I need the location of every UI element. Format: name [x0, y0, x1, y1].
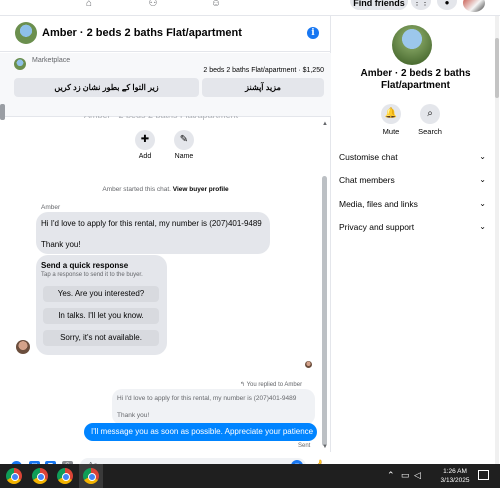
- chat-header: Amber · 2 beds 2 baths Flat/apartment i: [0, 16, 331, 52]
- chat-started-notice: Amber started this chat. View buyer prof…: [0, 186, 331, 193]
- section-customise-chat[interactable]: Customise chat ⌄: [339, 150, 486, 164]
- search-icon[interactable]: ⌕: [420, 104, 440, 124]
- incoming-message-line: Hi I'd love to apply for this rental, my…: [41, 219, 262, 228]
- outgoing-message: I'll message you as soon as possible. Ap…: [84, 423, 317, 441]
- add-label: Add: [138, 153, 152, 160]
- chevron-down-icon: ⌄: [479, 175, 486, 184]
- mute-label: Mute: [382, 127, 400, 136]
- add-action[interactable]: ✚ Add: [125, 130, 165, 160]
- speaker-icon[interactable]: ◁: [414, 470, 421, 481]
- profile-icon[interactable]: ☺: [209, 0, 223, 9]
- sender-avatar: [16, 340, 30, 354]
- sent-status: Sent: [298, 443, 311, 449]
- more-options-button[interactable]: مزید آپشنز: [202, 78, 324, 97]
- section-label: Media, files and links: [339, 199, 418, 209]
- started-text: Amber started this chat.: [102, 186, 171, 193]
- messenger-window: ⌂ ⚇ ☺ Find friends ⋮⋮ ● Amber · 2 beds 2…: [0, 0, 500, 488]
- quoted-message-line: Hi I'd love to apply for this rental, my…: [117, 395, 297, 402]
- chevron-down-icon: ⌄: [479, 152, 486, 161]
- section-label: Privacy and support: [339, 222, 415, 232]
- left-scroll-handle[interactable]: [0, 104, 5, 120]
- incoming-message: Hi I'd love to apply for this rental, my…: [36, 212, 270, 254]
- top-nav: ⌂ ⚇ ☺ Find friends ⋮⋮ ●: [0, 0, 500, 16]
- home-icon[interactable]: ⌂: [82, 0, 96, 9]
- page-scrollbar-thumb[interactable]: [495, 38, 499, 98]
- read-receipt-avatar: [305, 361, 312, 368]
- replied-text: You replied to Amber: [246, 382, 303, 388]
- sender-name: Amber: [41, 204, 61, 211]
- messages-scrollbar[interactable]: [322, 176, 327, 446]
- quoted-message-line: Thank you!: [117, 412, 150, 419]
- search-action[interactable]: ⌕ Search: [412, 104, 448, 136]
- chevron-down-icon: ⌄: [479, 222, 486, 231]
- chevron-down-icon: ⌄: [479, 199, 486, 208]
- quick-response-heading: Send a quick response: [41, 261, 129, 270]
- chrome-icon[interactable]: [57, 468, 73, 484]
- incoming-message-line: Thank you!: [41, 240, 81, 249]
- chrome-icon[interactable]: [6, 468, 22, 484]
- section-privacy-support[interactable]: Privacy and support ⌄: [339, 220, 486, 234]
- chat-title[interactable]: Amber · 2 beds 2 baths Flat/apartment: [42, 27, 242, 39]
- friends-icon[interactable]: ⚇: [146, 0, 160, 9]
- menu-grid-icon[interactable]: ⋮⋮: [411, 0, 431, 10]
- name-label: Name: [174, 153, 194, 160]
- info-title: Amber · 2 beds 2 baths Flat/apartment: [360, 68, 471, 91]
- quick-response-option[interactable]: Sorry, it's not available.: [43, 330, 159, 346]
- listing-thumbnail: [14, 58, 26, 70]
- add-person-icon[interactable]: ✚: [135, 130, 155, 150]
- chrome-icon[interactable]: [32, 468, 48, 484]
- quick-response-option[interactable]: Yes. Are you interested?: [43, 286, 159, 302]
- section-chat-members[interactable]: Chat members ⌄: [339, 173, 486, 187]
- view-buyer-profile-link[interactable]: View buyer profile: [173, 186, 229, 193]
- find-friends-button[interactable]: Find friends: [350, 0, 408, 10]
- clock-time: 1:26 AM: [443, 468, 467, 475]
- notification-center-icon[interactable]: [478, 470, 489, 480]
- notifications-bell-icon[interactable]: ●: [437, 0, 457, 10]
- pencil-icon[interactable]: ✎: [174, 130, 194, 150]
- listing-summary: 2 beds 2 baths Flat/apartment · $1,250: [203, 67, 324, 74]
- marketplace-bar: Marketplace 2 beds 2 baths Flat/apartmen…: [0, 53, 331, 117]
- bell-icon[interactable]: 🔔: [381, 104, 401, 124]
- name-action[interactable]: ✎ Name: [164, 130, 204, 160]
- contact-avatar[interactable]: [15, 22, 37, 44]
- network-icon[interactable]: ▭: [401, 470, 410, 481]
- info-icon[interactable]: i: [307, 27, 319, 39]
- account-avatar[interactable]: [463, 0, 485, 12]
- mute-action[interactable]: 🔔 Mute: [373, 104, 409, 136]
- scroll-up-arrow-icon[interactable]: ▲: [322, 121, 328, 127]
- quick-response-option[interactable]: In talks. I'll let you know.: [43, 308, 159, 324]
- chrome-icon[interactable]: [83, 468, 99, 484]
- section-label: Customise chat: [339, 152, 398, 162]
- quick-response-card: Send a quick response Tap a response to …: [36, 255, 167, 355]
- scroll-down-arrow-icon[interactable]: ▼: [322, 444, 328, 450]
- clock[interactable]: 1:26 AM 3/13/2025: [440, 467, 470, 485]
- info-avatar[interactable]: [392, 25, 432, 65]
- clock-date: 3/13/2025: [440, 477, 470, 484]
- search-label: Search: [418, 127, 442, 136]
- chat-panel: Amber · 2 beds 2 baths Flat/apartment i …: [0, 16, 331, 480]
- section-media-files-links[interactable]: Media, files and links ⌄: [339, 197, 486, 211]
- marketplace-label: Marketplace: [32, 57, 71, 64]
- replied-label: ↰ You replied to Amber: [240, 382, 303, 388]
- quick-response-subtext: Tap a response to send it to the buyer.: [41, 272, 143, 278]
- chevron-up-icon[interactable]: ⌃: [387, 470, 395, 481]
- conversation-info-panel: Amber · 2 beds 2 baths Flat/apartment 🔔 …: [331, 16, 500, 464]
- quoted-message: Hi I'd love to apply for this rental, my…: [112, 389, 315, 425]
- section-label: Chat members: [339, 175, 395, 185]
- mark-pending-button[interactable]: زیر التوا کے بطور نشان زد کریں: [14, 78, 199, 97]
- taskbar: ⌃ ▭ ◁ 1:26 AM 3/13/2025: [0, 464, 500, 488]
